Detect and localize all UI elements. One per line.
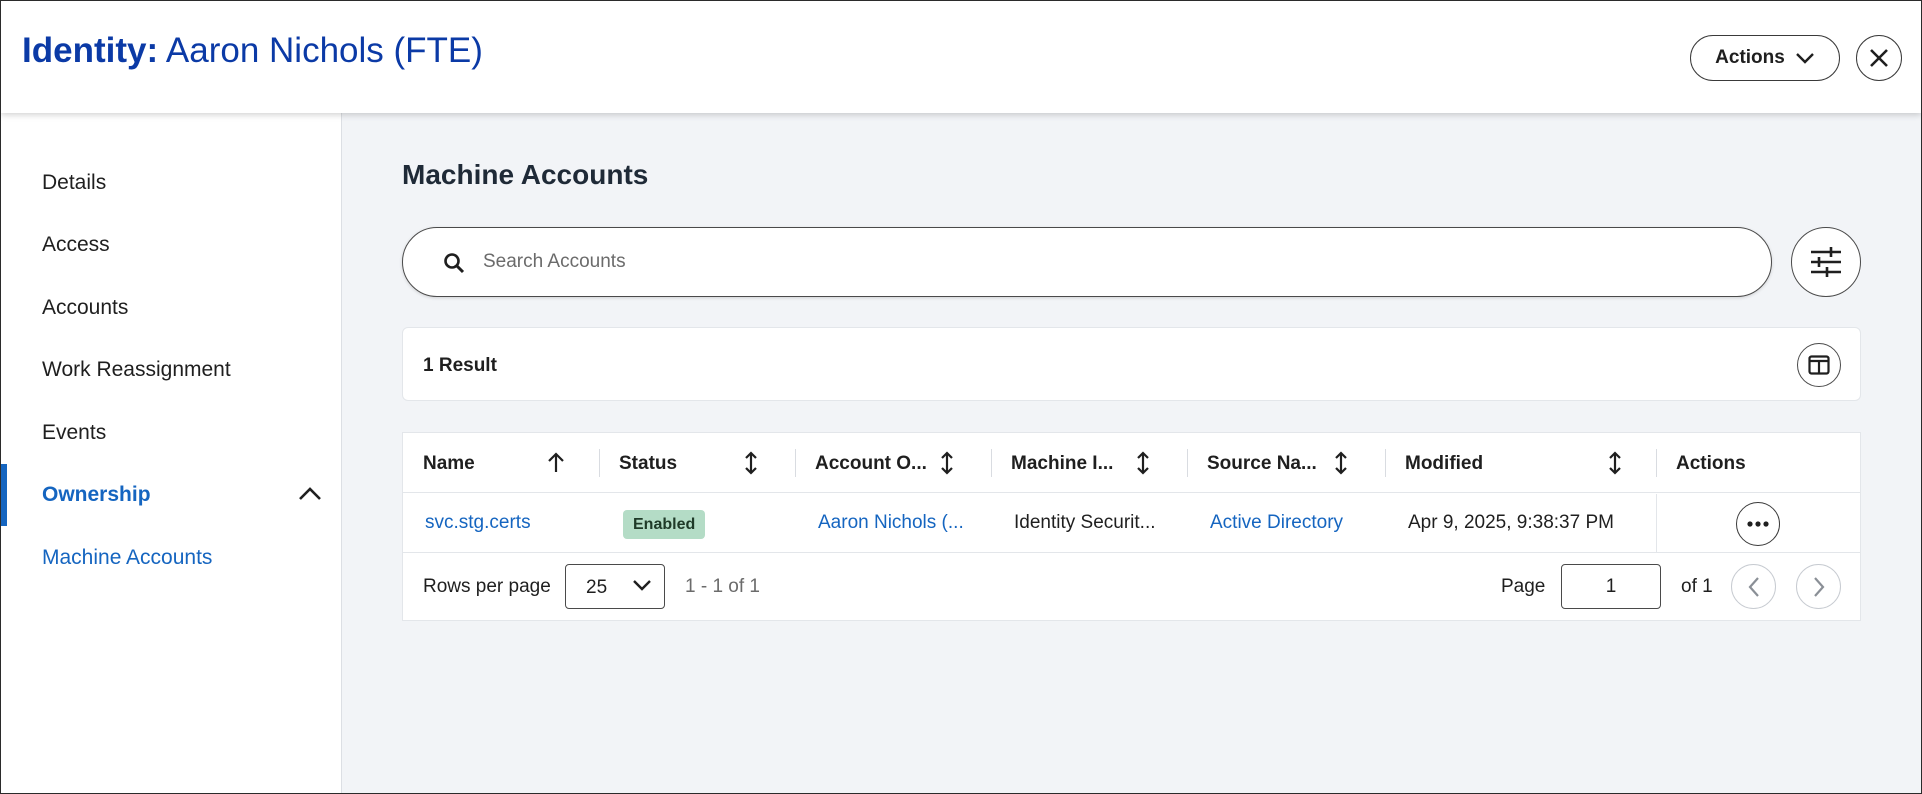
sort-icon[interactable] xyxy=(743,451,759,475)
rows-per-page-value: 25 xyxy=(586,577,608,598)
search-bar xyxy=(402,227,1772,297)
column-header-modified[interactable]: Modified xyxy=(1405,453,1483,475)
column-divider xyxy=(1385,449,1386,477)
page-number-input[interactable] xyxy=(1561,564,1661,609)
chevron-down-icon xyxy=(1795,53,1814,64)
column-divider xyxy=(795,449,796,477)
sidebar-item-work-reassignment[interactable]: Work Reassignment xyxy=(42,358,231,382)
sidebar-item-ownership[interactable]: Ownership xyxy=(42,483,151,507)
sidebar-item-details[interactable]: Details xyxy=(42,171,106,195)
close-icon xyxy=(1870,49,1888,67)
page-title: Identity: Aaron Nichols (FTE) xyxy=(22,31,483,71)
chevron-right-icon xyxy=(1813,576,1824,597)
active-indicator xyxy=(1,464,7,526)
sidebar-item-accounts[interactable]: Accounts xyxy=(42,296,128,320)
column-divider xyxy=(1656,494,1657,553)
rows-per-page-select[interactable]: 25 xyxy=(565,564,665,609)
sort-asc-icon[interactable] xyxy=(546,451,566,473)
search-input[interactable] xyxy=(483,242,1743,282)
page-label: Page xyxy=(1501,576,1546,597)
chevron-left-icon xyxy=(1748,576,1759,597)
actions-button-label: Actions xyxy=(1715,47,1785,68)
section-title: Machine Accounts xyxy=(402,159,649,190)
column-header-account-owner[interactable]: Account O... xyxy=(815,453,927,475)
column-settings-button[interactable] xyxy=(1797,343,1841,387)
sliders-icon xyxy=(1811,247,1841,277)
machine-identity-cell: Identity Securit... xyxy=(1014,512,1156,533)
filter-button[interactable] xyxy=(1791,227,1861,297)
identity-page: Identity: Aaron Nichols (FTE) Actions De… xyxy=(0,0,1922,794)
title-prefix: Identity: xyxy=(22,31,159,70)
chevron-up-icon[interactable] xyxy=(298,486,322,502)
results-summary: 1 Result xyxy=(402,327,1861,401)
total-pages: of 1 xyxy=(1681,576,1713,597)
next-page-button[interactable] xyxy=(1796,564,1841,609)
sidebar-item-access[interactable]: Access xyxy=(42,233,110,257)
source-name-link[interactable]: Active Directory xyxy=(1210,512,1343,534)
sort-icon[interactable] xyxy=(1607,451,1623,475)
pagination-bar: Rows per page 25 1 - 1 of 1 Page of 1 xyxy=(403,554,1860,620)
column-header-machine-identity[interactable]: Machine I... xyxy=(1011,453,1113,475)
column-header-actions: Actions xyxy=(1676,453,1746,474)
actions-button[interactable]: Actions xyxy=(1690,35,1840,81)
column-header-status[interactable]: Status xyxy=(619,453,677,475)
status-badge: Enabled xyxy=(623,510,706,539)
search-icon xyxy=(444,253,465,274)
table-row[interactable]: svc.stg.certs Enabled Aaron Nichols (...… xyxy=(403,494,1860,553)
previous-page-button[interactable] xyxy=(1731,564,1776,609)
column-header-name[interactable]: Name xyxy=(423,453,475,475)
column-header-source-name[interactable]: Source Na... xyxy=(1207,453,1317,475)
sidebar-item-machine-accounts[interactable]: Machine Accounts xyxy=(42,546,212,570)
account-name-link[interactable]: svc.stg.certs xyxy=(425,512,531,534)
rows-per-page-label: Rows per page xyxy=(423,576,551,597)
results-count: 1 Result xyxy=(423,355,497,376)
close-button[interactable] xyxy=(1856,35,1902,81)
row-actions-button[interactable] xyxy=(1736,502,1780,546)
column-divider xyxy=(991,449,992,477)
column-divider xyxy=(1187,449,1188,477)
modified-cell: Apr 9, 2025, 9:38:37 PM xyxy=(1408,512,1614,533)
ellipsis-icon xyxy=(1747,521,1769,527)
chevron-down-icon xyxy=(633,580,651,591)
sidebar-item-events[interactable]: Events xyxy=(42,421,106,445)
accounts-table: Name Status Account O... Machine I... So… xyxy=(402,432,1861,621)
sort-icon[interactable] xyxy=(1333,451,1349,475)
column-divider xyxy=(599,449,600,477)
sort-icon[interactable] xyxy=(939,451,955,475)
sort-icon[interactable] xyxy=(1135,451,1151,475)
identity-name: Aaron Nichols (FTE) xyxy=(165,31,483,70)
account-owner-link[interactable]: Aaron Nichols (... xyxy=(818,512,964,534)
sidebar-nav: Details Access Accounts Work Reassignmen… xyxy=(1,113,342,793)
page-header: Identity: Aaron Nichols (FTE) Actions xyxy=(1,1,1921,113)
columns-icon xyxy=(1808,355,1830,375)
table-header: Name Status Account O... Machine I... So… xyxy=(403,433,1860,493)
results-range: 1 - 1 of 1 xyxy=(685,576,760,597)
column-divider xyxy=(1656,449,1657,477)
